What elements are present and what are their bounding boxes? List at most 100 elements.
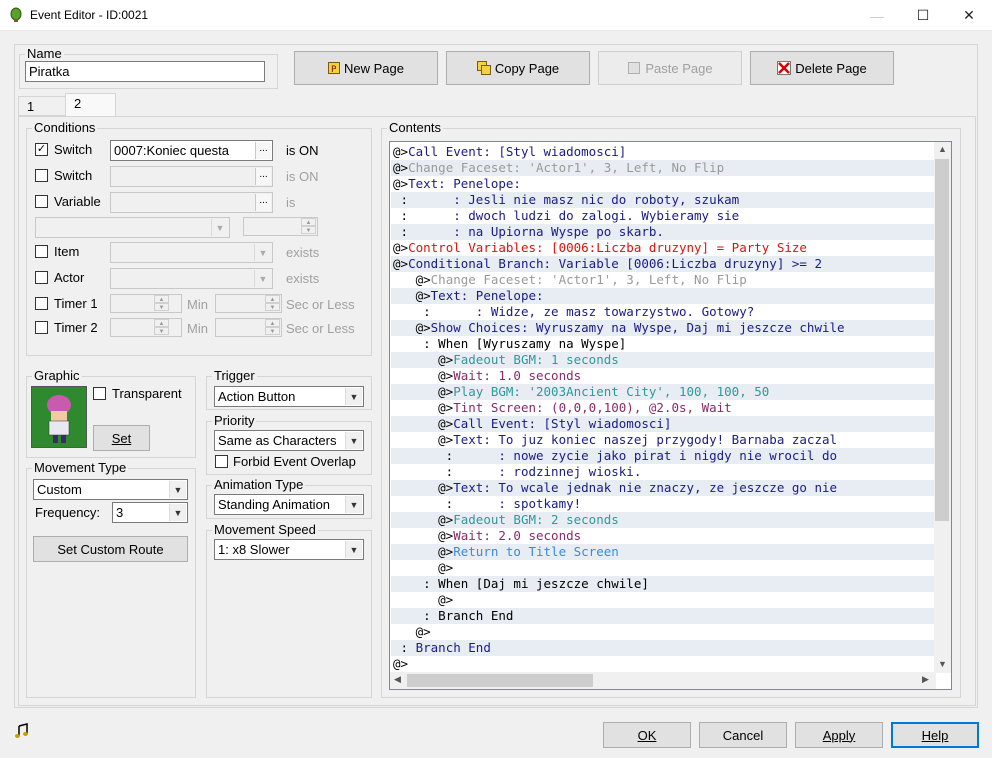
switch2-browse-button[interactable]: ... [255,168,271,185]
command-row[interactable]: : : Jesli nie masz nic do roboty, szukam [391,192,936,208]
variable-checkbox[interactable] [35,195,48,208]
forbid-overlap-checkbox[interactable] [215,455,228,468]
animation-select[interactable]: Standing Animation ▼ [214,494,364,515]
cancel-button[interactable]: Cancel [699,722,787,748]
switch1-field[interactable]: 0007:Koniec questa ... [110,140,273,161]
switch1-browse-button[interactable]: ... [255,142,271,159]
command-row[interactable]: @>Tint Screen: (0,0,0,100), @2.0s, Wait [391,400,936,416]
timer2-checkbox[interactable] [35,321,48,334]
maximize-button[interactable]: ☐ [900,0,946,31]
command-text: Control Variables: [0006:Liczba druzyny]… [408,240,807,255]
command-prefix: @> [393,624,431,639]
horizontal-scrollbar[interactable]: ◀ ▶ [390,672,936,689]
variable-value-spinner[interactable]: ▲ ▼ [243,217,318,236]
transparent-checkbox[interactable] [93,387,106,400]
event-command-list[interactable]: @>Call Event: [Styl wiadomosci] @>Change … [389,141,952,690]
minimize-button[interactable]: — [854,0,900,31]
command-row[interactable]: : When [Wyruszamy na Wyspe] [391,336,936,352]
delete-page-button[interactable]: Delete Page [750,51,894,85]
command-prefix: : [393,640,409,655]
music-note-icon[interactable] [14,723,30,739]
command-row[interactable]: @>Conditional Branch: Variable [0006:Lic… [391,256,936,272]
title-bar: Event Editor - ID:0021 — ☐ ✕ [0,0,992,31]
command-text: : dwoch ludzi do zalogi. Wybieramy sie [408,208,740,223]
command-row[interactable]: @>Call Event: [Styl wiadomosci] [391,144,936,160]
priority-select[interactable]: Same as Characters ▼ [214,430,364,451]
command-row[interactable]: @>Call Event: [Styl wiadomosci] [391,416,936,432]
command-row[interactable]: @>Change Faceset: 'Actor1', 3, Left, No … [391,160,936,176]
command-text: Wait: 1.0 seconds [453,368,582,383]
item-checkbox[interactable] [35,245,48,258]
apply-button[interactable]: Apply [795,722,883,748]
command-row[interactable]: : When [Daj mi jeszcze chwile] [391,576,936,592]
copy-page-button[interactable]: Copy Page [446,51,590,85]
variable-operator-select[interactable]: ▼ [35,217,230,238]
vertical-scrollbar[interactable]: ▲ ▼ [934,142,951,673]
speed-select[interactable]: 1: x8 Slower ▼ [214,539,364,560]
help-button[interactable]: Help [891,722,979,748]
switch2-field[interactable]: ... [110,166,273,187]
command-row[interactable]: @>Fadeout BGM: 2 seconds [391,512,936,528]
command-row[interactable]: @> [391,656,936,672]
variable-browse-button[interactable]: ... [255,194,271,211]
command-text: Fadeout BGM: 2 seconds [453,512,619,527]
set-graphic-button[interactable]: Set [93,425,150,451]
switch1-checkbox[interactable]: ✓ [35,143,48,156]
command-row[interactable]: @>Show Choices: Wyruszamy na Wyspe, Daj … [391,320,936,336]
command-row[interactable]: : : dwoch ludzi do zalogi. Wybieramy sie [391,208,936,224]
command-row[interactable]: @>Text: To juz koniec naszej przygody! B… [391,432,936,448]
command-row[interactable]: @>Text: Penelope: [391,288,936,304]
tab-page-2[interactable]: 2 [65,93,116,117]
close-button[interactable]: ✕ [946,0,992,31]
switch2-checkbox[interactable] [35,169,48,182]
scroll-right-icon[interactable]: ▶ [922,674,929,685]
command-prefix: @> [393,176,409,191]
timer2-sec-spinner[interactable]: ▲ ▼ [215,318,282,337]
actor-select[interactable]: ▼ [110,268,273,289]
tab-page-1[interactable]: 1 [18,96,66,116]
trigger-select[interactable]: Action Button ▼ [214,386,364,407]
hscroll-thumb[interactable] [407,674,593,687]
command-row[interactable]: @> [391,624,936,640]
command-row[interactable]: @>Wait: 2.0 seconds [391,528,936,544]
command-row[interactable]: @>Play BGM: '2003Ancient City', 100, 100… [391,384,936,400]
command-row[interactable]: : Branch End [391,640,936,656]
scroll-down-icon[interactable]: ▼ [938,659,947,669]
timer1-sec-spinner[interactable]: ▲ ▼ [215,294,282,313]
timer2-min-spinner[interactable]: ▲ ▼ [110,318,182,337]
variable-field[interactable]: ... [110,192,273,213]
frequency-select[interactable]: 3 ▼ [112,502,188,523]
scroll-up-icon[interactable]: ▲ [938,144,947,154]
command-row[interactable]: : : na Upiorna Wyspe po skarb. [391,224,936,240]
paste-page-button[interactable]: Paste Page [598,51,742,85]
movement-type-select[interactable]: Custom ▼ [33,479,188,500]
name-input[interactable]: Piratka [25,61,265,82]
command-row[interactable]: @>Change Faceset: 'Actor1', 3, Left, No … [391,272,936,288]
command-row[interactable]: : Branch End [391,608,936,624]
scroll-thumb[interactable] [935,159,949,521]
command-row[interactable]: : : rodzinnej wioski. [391,464,936,480]
command-row[interactable]: @> [391,560,936,576]
command-row[interactable]: @>Fadeout BGM: 1 seconds [391,352,936,368]
command-row[interactable]: @>Return to Title Screen [391,544,936,560]
actor-checkbox[interactable] [35,271,48,284]
ok-button[interactable]: OK [603,722,691,748]
command-row[interactable]: : : Widze, ze masz towarzystwo. Gotowy? [391,304,936,320]
command-row[interactable]: @>Control Variables: [0006:Liczba druzyn… [391,240,936,256]
item-select[interactable]: ▼ [110,242,273,263]
command-row[interactable]: @>Text: Penelope: [391,176,936,192]
timer1-checkbox[interactable] [35,297,48,310]
new-page-button[interactable]: P New Page [294,51,438,85]
command-row[interactable]: @>Text: To wcale jednak nie znaczy, ze j… [391,480,936,496]
command-row[interactable]: @> [391,592,936,608]
command-text: Text: Penelope: [430,288,544,303]
timer1-min-spinner[interactable]: ▲ ▼ [110,294,182,313]
movement-label: Movement Type [32,460,129,475]
scroll-left-icon[interactable]: ◀ [394,674,401,685]
set-custom-route-button[interactable]: Set Custom Route [33,536,188,562]
command-row[interactable]: : : spotkamy! [391,496,936,512]
graphic-preview[interactable] [31,386,87,448]
command-row[interactable]: : : nowe zycie jako pirat i nigdy nie wr… [391,448,936,464]
command-prefix: : [393,224,409,239]
command-row[interactable]: @>Wait: 1.0 seconds [391,368,936,384]
